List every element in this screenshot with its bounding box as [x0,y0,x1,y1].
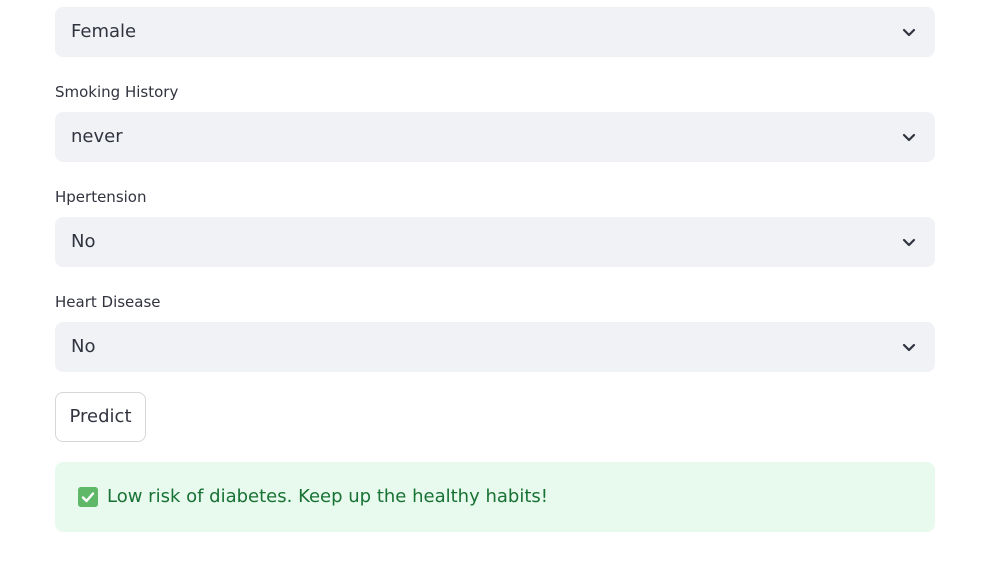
prediction-form: Female Smoking History never Hpertension… [0,0,986,584]
chevron-down-icon [902,133,916,142]
predict-button[interactable]: Predict [55,392,146,442]
gender-select-value: Female [71,21,137,42]
heart-disease-select-value: No [71,336,96,357]
chevron-down-icon [902,343,916,352]
smoking-history-select[interactable]: never [55,112,935,162]
heart-disease-select[interactable]: No [55,322,935,372]
chevron-down-icon [902,238,916,247]
result-message: Low risk of diabetes. Keep up the health… [107,486,548,507]
gender-select[interactable]: Female [55,7,935,57]
chevron-down-icon [902,28,916,37]
smoking-history-label: Smoking History [55,83,179,101]
heart-disease-label: Heart Disease [55,293,161,311]
hypertension-select[interactable]: No [55,217,935,267]
hypertension-select-value: No [71,231,96,252]
hypertension-label: Hpertension [55,188,147,206]
result-alert: Low risk of diabetes. Keep up the health… [55,462,935,532]
smoking-history-select-value: never [71,126,123,147]
check-box-icon [78,487,98,507]
